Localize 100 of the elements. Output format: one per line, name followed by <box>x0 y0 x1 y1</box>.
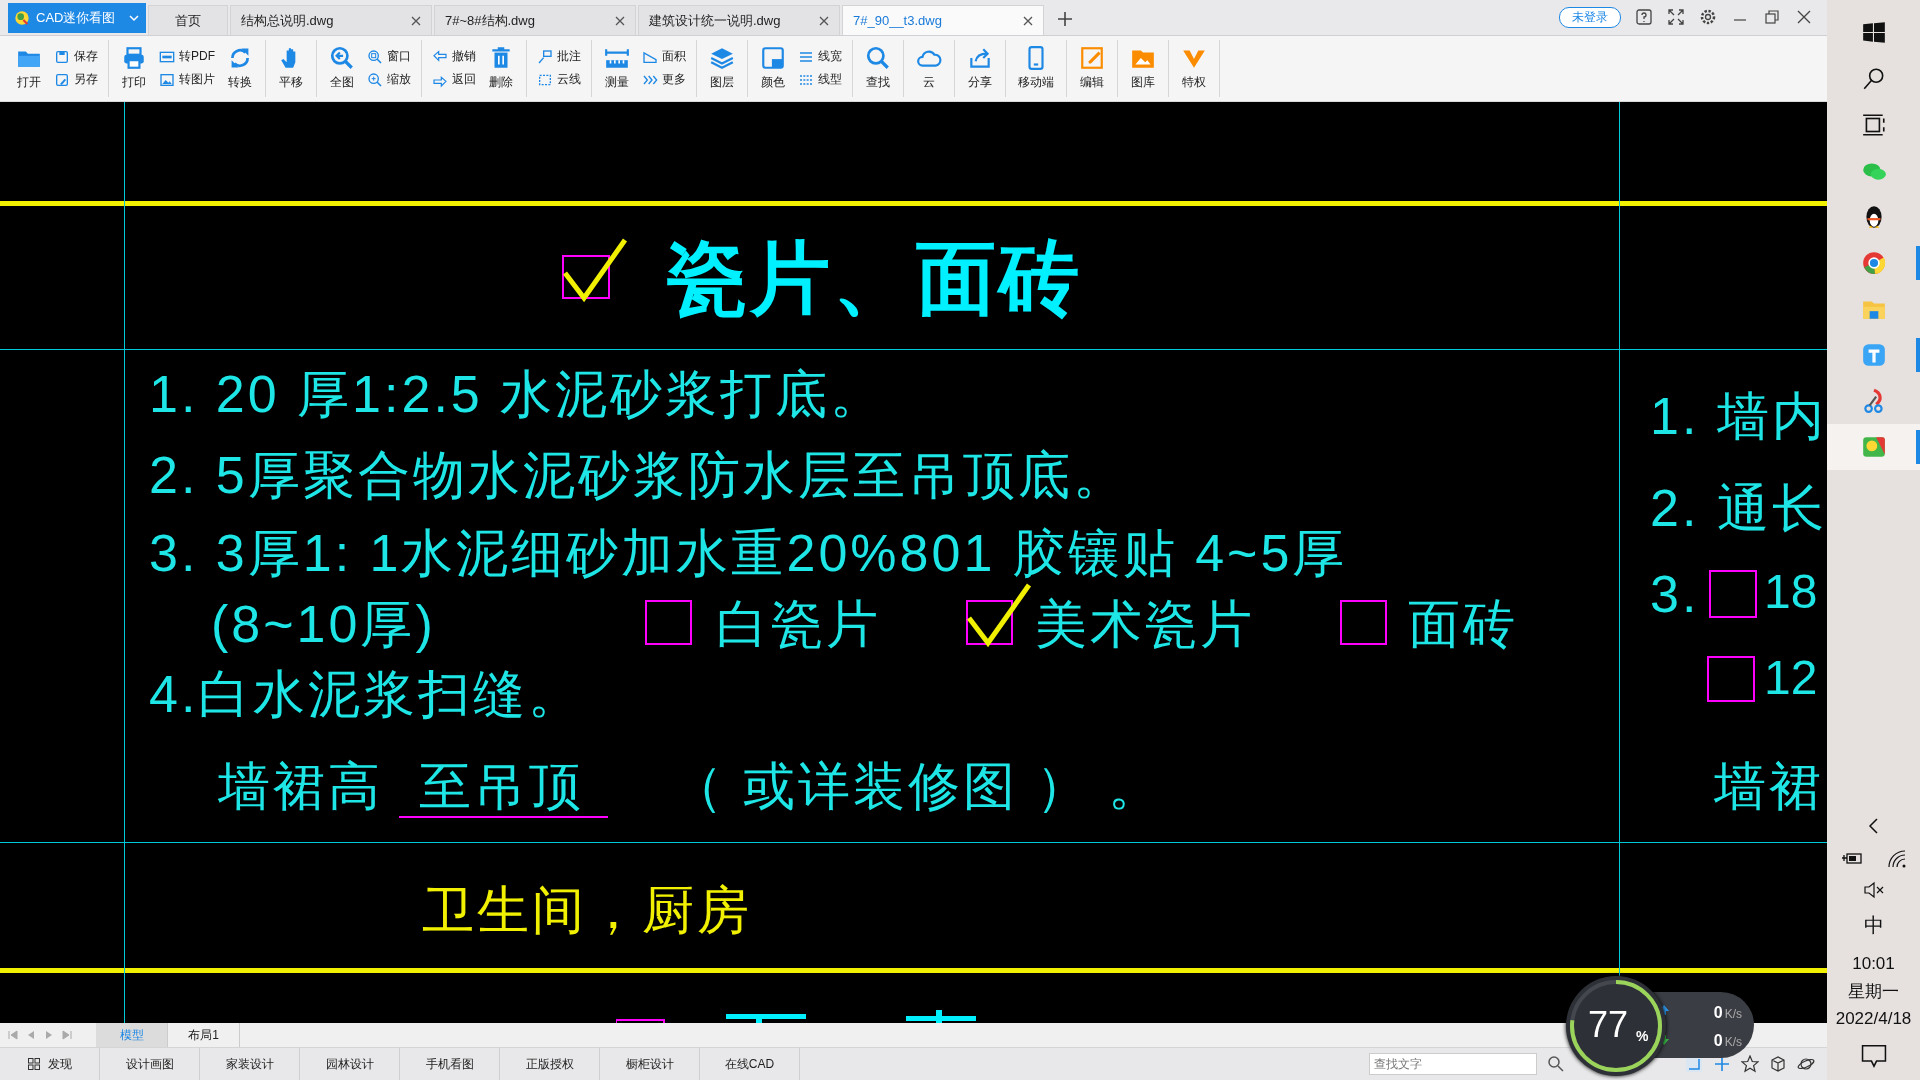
restore-icon[interactable] <box>1763 8 1781 26</box>
image-icon <box>159 71 175 88</box>
toolbar-button[interactable]: 另存 <box>52 71 100 89</box>
note-line: （ 或详装修图 ） 。 <box>671 759 1164 812</box>
drawing-title: 瓷片、面砖 <box>667 238 1082 319</box>
note-line: 1. 墙内 <box>1650 389 1827 442</box>
file-tab[interactable]: 首页 <box>148 5 228 35</box>
zoom-extents-icon <box>329 45 355 72</box>
close-icon[interactable] <box>1795 8 1813 26</box>
file-tab[interactable]: 7#_90__t3.dwg <box>842 5 1044 35</box>
toolbar-button[interactable]: 线宽 <box>796 48 844 66</box>
close-icon[interactable] <box>819 15 829 26</box>
running-indicator <box>1916 338 1920 372</box>
toolbar-button[interactable]: 缩放 <box>365 71 413 89</box>
toolbar-button[interactable]: 删除 <box>484 45 518 92</box>
toolbar-button[interactable]: 移动端 <box>1014 45 1058 92</box>
option-label: 18 <box>1764 567 1818 616</box>
download-speed: 0 <box>1713 1032 1723 1050</box>
cad-app-icon <box>1860 434 1887 460</box>
option-label: 面砖 <box>1408 597 1518 650</box>
printer-icon <box>121 45 147 72</box>
note-line: 2. 5厚聚合物水泥砂浆防水层至吊顶底。 <box>149 448 1128 501</box>
zoom-window-icon <box>367 48 383 65</box>
toolbar-button[interactable]: 打印 <box>117 45 151 92</box>
find-text-field[interactable]: 查找文字 <box>1369 1053 1537 1075</box>
clock-time: 10:01 <box>1852 953 1895 976</box>
toolbar-button[interactable]: 更多 <box>640 71 688 89</box>
dado-label: 墙裙 <box>1714 759 1824 812</box>
save-icon <box>54 48 70 65</box>
input-method-button[interactable]: 中 <box>1857 911 1890 941</box>
toolbar-button[interactable]: 线型 <box>796 71 844 89</box>
toolbar-button[interactable]: 颜色 <box>756 45 790 92</box>
cube-icon[interactable] <box>1769 1055 1787 1073</box>
app-menu-button[interactable]: CAD迷你看图 <box>8 3 146 33</box>
toolbar-button[interactable]: 图层 <box>705 45 739 92</box>
toolbar-button[interactable]: 撤销 <box>430 48 478 66</box>
percent-sign: % <box>1636 1028 1649 1044</box>
close-icon[interactable] <box>615 15 625 26</box>
fullscreen-icon[interactable] <box>1667 8 1685 26</box>
toolbar-button[interactable]: 批注 <box>535 48 583 66</box>
toolbar-button[interactable]: 编辑 <box>1075 45 1109 92</box>
file-tab[interactable]: 结构总说明.dwg <box>230 5 432 35</box>
search-icon <box>865 45 891 72</box>
toolbar-button[interactable]: 转换 <box>223 45 257 92</box>
toolbar-button[interactable]: 图库 <box>1126 45 1160 92</box>
toolbar-button[interactable]: 转PDF <box>157 48 217 66</box>
toolbar-button[interactable]: 分享 <box>963 45 997 92</box>
room-label: 卫生间，厨房 <box>422 883 752 936</box>
toolbar-button[interactable]: 平移 <box>274 45 308 92</box>
speed-unit: K/s <box>1724 1007 1742 1021</box>
option-label: 白瓷片 <box>716 597 881 650</box>
grid-icon <box>27 1058 40 1070</box>
toolbar-button[interactable]: 窗口 <box>365 48 413 66</box>
toolbar-button[interactable]: 全图 <box>325 45 359 92</box>
clock-date: 2022/4/18 <box>1835 1007 1912 1030</box>
notification-icon[interactable] <box>1859 1042 1888 1070</box>
toolbar-button[interactable]: 打开 <box>12 45 46 92</box>
toolbar-button[interactable]: 查找 <box>861 45 895 92</box>
upload-speed: 0 <box>1713 1004 1723 1022</box>
color-icon <box>760 45 786 72</box>
toolbar-button[interactable]: 云 <box>912 45 946 92</box>
toolbar-button[interactable]: 云线 <box>535 71 583 89</box>
dado-label: 墙裙高 <box>218 759 383 812</box>
running-indicator <box>1916 246 1920 280</box>
zoom-in-icon <box>367 71 383 88</box>
note-line: 4.白水泥浆扫缝。 <box>149 667 584 720</box>
toolbar-button[interactable]: 返回 <box>430 71 478 89</box>
toolbar-button[interactable]: 转图片 <box>157 71 217 89</box>
crosshair-icon[interactable] <box>1713 1055 1731 1073</box>
browser-icon <box>1860 250 1887 276</box>
layers-icon <box>709 45 735 72</box>
toolbar-button[interactable]: 特权 <box>1177 45 1211 92</box>
note-line: 3. <box>1650 567 1700 620</box>
help-icon[interactable] <box>1635 8 1653 26</box>
option-label: 12 <box>1764 653 1818 702</box>
note-line: 1. 20 厚1:2.5 水泥砂浆打底。 <box>149 367 886 420</box>
toolbar-button[interactable]: 面积 <box>640 48 688 66</box>
clock-weekday: 星期一 <box>1848 980 1899 1003</box>
task-view-icon <box>1860 112 1887 138</box>
settings-icon[interactable] <box>1699 8 1717 26</box>
app-tile-icon <box>1860 342 1887 368</box>
star-icon[interactable] <box>1741 1055 1759 1073</box>
note-line: 3. 3厚1: 1水泥细砂加水重20%801 胶镶贴 4~5厚 <box>149 526 1348 579</box>
underlined-value: 至吊顶 <box>399 759 608 818</box>
login-button[interactable]: 未登录 <box>1559 6 1621 28</box>
close-icon[interactable] <box>411 15 421 26</box>
close-icon[interactable] <box>1023 15 1033 26</box>
caret-icon <box>128 12 140 24</box>
comment-icon <box>537 48 553 65</box>
option-label: 美术瓷片 <box>1035 597 1255 650</box>
planet-icon[interactable] <box>1797 1055 1815 1073</box>
app-logo-icon <box>14 10 30 26</box>
speed-unit: K/s <box>1724 1035 1742 1049</box>
search-icon[interactable] <box>1547 1055 1565 1073</box>
save-as-icon <box>54 71 70 88</box>
toolbar-button[interactable]: 测量 <box>600 45 634 92</box>
file-tab[interactable]: 7#~8#结构.dwg <box>434 5 636 35</box>
file-tab[interactable]: 建筑设计统一说明.dwg <box>638 5 840 35</box>
windows-logo-icon <box>1860 20 1887 46</box>
toolbar-button[interactable]: 保存 <box>52 48 100 66</box>
